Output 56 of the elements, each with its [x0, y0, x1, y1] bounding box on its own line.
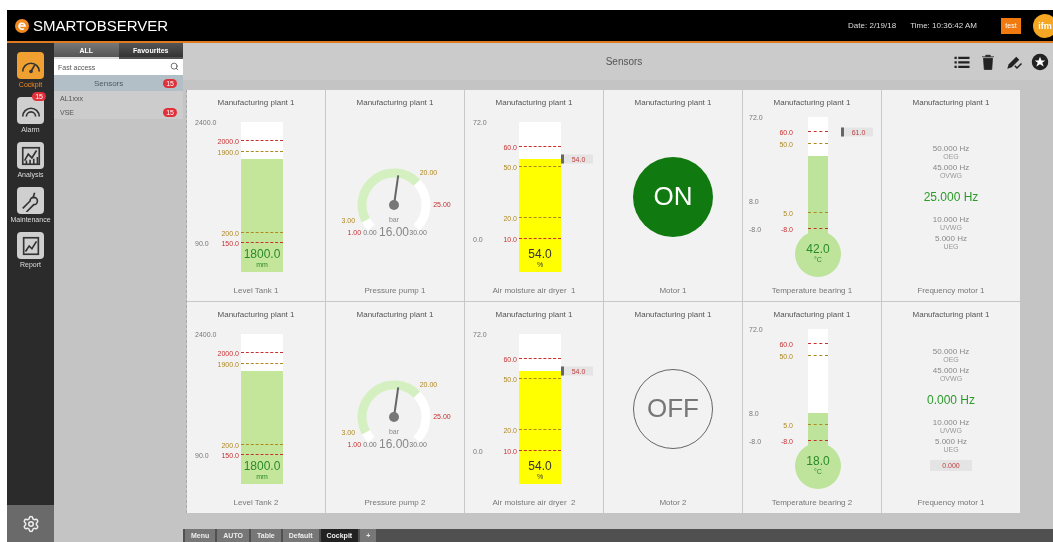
- sensor-name: Pressure pump 2: [364, 498, 426, 507]
- sensor-name: Air moisture air dryer 2: [492, 498, 576, 507]
- sensor-name: Frequency motor 1: [917, 286, 985, 295]
- limit-value: 50.000 Hz: [932, 346, 970, 356]
- plant-name: Manufacturing plant 1: [495, 310, 573, 319]
- limit-value: 50.000 Hz: [932, 143, 970, 153]
- plant-name: Manufacturing plant 1: [217, 310, 295, 319]
- limit-value: 10.000 Hz: [932, 417, 970, 427]
- sensor-name: Frequency motor 1: [917, 498, 985, 507]
- plant-name: Manufacturing plant 1: [217, 98, 295, 107]
- limit-value: 5.000 Hz: [935, 436, 967, 446]
- reading-value: 1800.0: [243, 459, 281, 473]
- logo-icon: [15, 18, 29, 33]
- plant-name: Manufacturing plant 1: [495, 98, 573, 107]
- reading-value: 16.00: [379, 224, 409, 239]
- trash-icon[interactable]: [979, 52, 997, 71]
- limit-value: 45.000 Hz: [932, 365, 970, 375]
- frequency-value: 0.000 Hz: [927, 392, 975, 407]
- plant-name: Manufacturing plant 1: [912, 310, 990, 319]
- sensor-name: Motor 1: [659, 286, 687, 295]
- plant-name: Manufacturing plant 1: [634, 310, 712, 319]
- settings-icon[interactable]: [21, 514, 40, 533]
- view-title: Sensors: [604, 56, 644, 67]
- sensor-name: Level Tank 2: [233, 498, 279, 507]
- limit-value: 5.000 Hz: [934, 233, 967, 243]
- plant-name: Manufacturing plant 1: [634, 98, 712, 107]
- reading-value: 1800.0: [243, 247, 281, 261]
- company-logo: ifm: [1033, 13, 1053, 38]
- plant-name: Manufacturing plant 1: [356, 310, 434, 319]
- plant-name: Manufacturing plant 1: [773, 98, 851, 107]
- star-icon[interactable]: [1031, 52, 1049, 71]
- limit-value: 45.000 Hz: [932, 162, 970, 172]
- brand-name: SMARTOBSERVER: [33, 17, 169, 34]
- sensor-name: Level Tank 1: [233, 286, 279, 295]
- sensor-name: Temperature bearing 2: [771, 498, 853, 507]
- reading-value: 18.0: [806, 455, 830, 468]
- search-icon: [170, 62, 179, 71]
- sensor-name: Motor 2: [659, 498, 687, 507]
- date-text: Date: 2/19/18: [848, 21, 897, 30]
- plant-name: Manufacturing plant 1: [773, 310, 851, 319]
- reading-value: 16.00: [379, 436, 409, 451]
- time-text: Time: 10:36:42 AM: [910, 21, 977, 30]
- status-indicator: ON: [633, 156, 713, 237]
- reading-value: 54.0: [528, 247, 552, 261]
- reading-value: 42.0: [806, 243, 830, 256]
- plant-name: Manufacturing plant 1: [356, 98, 434, 107]
- sensor-name: Temperature bearing 1: [771, 286, 853, 295]
- reading-value: 54.0: [528, 459, 552, 473]
- limit-value: 10.000 Hz: [932, 214, 970, 224]
- gauge-needle: [389, 173, 400, 210]
- gauge-needle: [389, 385, 400, 422]
- sensor-name: Air moisture air dryer 1: [492, 286, 576, 295]
- plant-name: Manufacturing plant 1: [912, 98, 990, 107]
- chart-icon: [19, 144, 42, 167]
- frequency-value: 25.000 Hz: [923, 189, 979, 204]
- sensor-name: Pressure pump 1: [364, 286, 426, 295]
